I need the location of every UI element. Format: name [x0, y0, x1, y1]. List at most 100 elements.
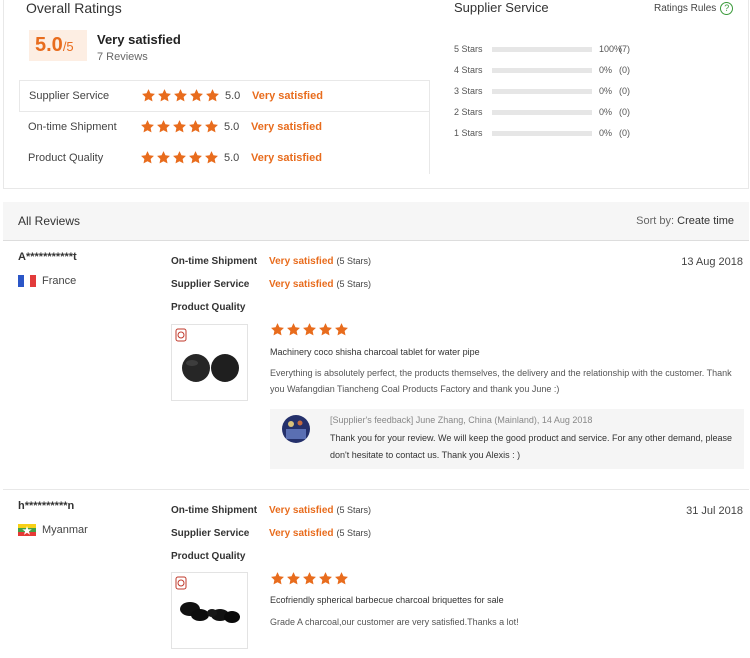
- category-verdict: Very satisfied: [251, 152, 322, 164]
- feedback-text: Thank you for your review. We will keep …: [330, 433, 733, 460]
- review-date: 31 Jul 2018: [686, 505, 743, 517]
- star-icon: [188, 119, 203, 134]
- distribution-count: (7): [619, 44, 630, 54]
- category-name: Supplier Service: [29, 90, 110, 102]
- distribution-label: 1 Stars: [454, 128, 483, 138]
- france-flag-icon: [18, 275, 36, 287]
- ratings-rules-label: Ratings Rules: [654, 3, 717, 14]
- sort-value[interactable]: Create time: [677, 215, 734, 227]
- star-icon: [334, 322, 349, 337]
- distribution-label: 2 Stars: [454, 107, 483, 117]
- shipment-verdict: Very satisfied: [269, 505, 334, 516]
- reviewer-country: France: [18, 275, 76, 287]
- product-image: [175, 576, 240, 623]
- reviewer-name: h**********n: [18, 500, 75, 512]
- category-verdict: Very satisfied: [252, 90, 323, 102]
- product-name[interactable]: Machinery coco shisha charcoal tablet fo…: [270, 347, 480, 357]
- quality-rating-line: Product Quality: [171, 551, 269, 562]
- product-name[interactable]: Ecofriendly spherical barbecue charcoal …: [270, 595, 504, 605]
- star-rating: [140, 150, 219, 165]
- quality-star-rating: [270, 571, 349, 586]
- star-icon: [140, 119, 155, 134]
- all-reviews-header: All Reviews Sort by: Create time: [3, 202, 749, 241]
- star-icon: [189, 88, 204, 103]
- reviewer-country: Myanmar: [18, 524, 88, 536]
- product-thumbnail[interactable]: [171, 324, 248, 401]
- star-icon: [156, 150, 171, 165]
- quality-star-rating: [270, 322, 349, 337]
- feedback-meta: [Supplier's feedback] June Zhang, China …: [330, 415, 593, 425]
- star-icon: [188, 150, 203, 165]
- star-icon: [141, 88, 156, 103]
- star-icon: [156, 119, 171, 134]
- distribution-percent: 0%: [599, 107, 613, 117]
- category-row-supplier-service: Supplier Service 5.0 Very satisfied: [19, 81, 430, 112]
- distribution-bar: [492, 47, 592, 52]
- supplier-avatar: [282, 415, 310, 443]
- star-icon: [286, 322, 301, 337]
- category-score: 5.0: [224, 121, 240, 133]
- category-name: Product Quality: [28, 152, 104, 164]
- star-icon: [302, 571, 317, 586]
- quality-label: Product Quality: [171, 551, 246, 562]
- shipment-rating-line: On-time Shipment Very satisfied (5 Stars): [171, 505, 371, 516]
- star-icon: [318, 322, 333, 337]
- distribution-bar: [492, 89, 592, 94]
- shipment-label: On-time Shipment: [171, 256, 258, 267]
- overall-score: 5.0: [35, 34, 63, 56]
- star-rating: [140, 119, 219, 134]
- distribution-count: (0): [619, 128, 630, 138]
- star-icon: [334, 571, 349, 586]
- distribution-bar: [492, 110, 592, 115]
- review-date: 13 Aug 2018: [681, 256, 743, 268]
- star-icon: [140, 150, 155, 165]
- overall-ratings-panel: Overall Ratings 5.0/5 Very satisfied 7 R…: [3, 0, 749, 189]
- distribution-count: (0): [619, 65, 630, 75]
- all-reviews-title: All Reviews: [18, 214, 81, 228]
- service-rating-line: Supplier Service Very satisfied (5 Stars): [171, 528, 371, 539]
- product-thumbnail[interactable]: [171, 572, 248, 649]
- star-icon: [205, 88, 220, 103]
- distribution-label: 5 Stars: [454, 44, 483, 54]
- star-icon: [172, 119, 187, 134]
- category-score: 5.0: [224, 152, 240, 164]
- category-score: 5.0: [225, 90, 241, 102]
- service-verdict: Very satisfied: [269, 279, 334, 290]
- star-icon: [157, 88, 172, 103]
- distribution-percent: 0%: [599, 128, 613, 138]
- star-icon: [172, 150, 187, 165]
- service-stars-text: (5 Stars): [336, 528, 371, 538]
- review-text: Everything is absolutely perfect, the pr…: [270, 368, 732, 394]
- reviewer-name: A***********t: [18, 251, 77, 263]
- category-row-product-quality: Product Quality 5.0 Very satisfied: [19, 143, 430, 174]
- overall-score-badge: 5.0/5: [29, 30, 87, 61]
- service-verdict: Very satisfied: [269, 528, 334, 539]
- star-icon: [286, 571, 301, 586]
- question-circle-icon[interactable]: ?: [720, 2, 734, 15]
- star-icon: [302, 322, 317, 337]
- star-icon: [173, 88, 188, 103]
- shipment-stars-text: (5 Stars): [336, 505, 371, 515]
- category-verdict: Very satisfied: [251, 121, 322, 133]
- distribution-percent: 0%: [599, 86, 613, 96]
- review-item: A***********t France 13 Aug 2018 On-time…: [3, 241, 749, 490]
- distribution-bar: [492, 68, 592, 73]
- distribution-label: 3 Stars: [454, 86, 483, 96]
- shipment-verdict: Very satisfied: [269, 256, 334, 267]
- quality-label: Product Quality: [171, 302, 246, 313]
- star-icon: [270, 322, 285, 337]
- quality-rating-line: Product Quality: [171, 302, 269, 313]
- review-count: 7 Reviews: [97, 51, 148, 63]
- supplier-service-title: Supplier Service: [454, 0, 549, 15]
- overall-verdict: Very satisfied: [97, 32, 181, 47]
- distribution-bar: [492, 131, 592, 136]
- service-rating-line: Supplier Service Very satisfied (5 Stars): [171, 279, 371, 290]
- myanmar-flag-icon: [18, 524, 36, 536]
- star-icon: [204, 119, 219, 134]
- star-rating: [141, 88, 220, 103]
- ratings-rules-link[interactable]: Ratings Rules ?: [654, 2, 734, 15]
- sort-control[interactable]: Sort by: Create time: [636, 215, 734, 227]
- review-text: Grade A charcoal,our customer are very s…: [270, 617, 519, 627]
- sort-label: Sort by:: [636, 215, 675, 227]
- distribution-count: (0): [619, 107, 630, 117]
